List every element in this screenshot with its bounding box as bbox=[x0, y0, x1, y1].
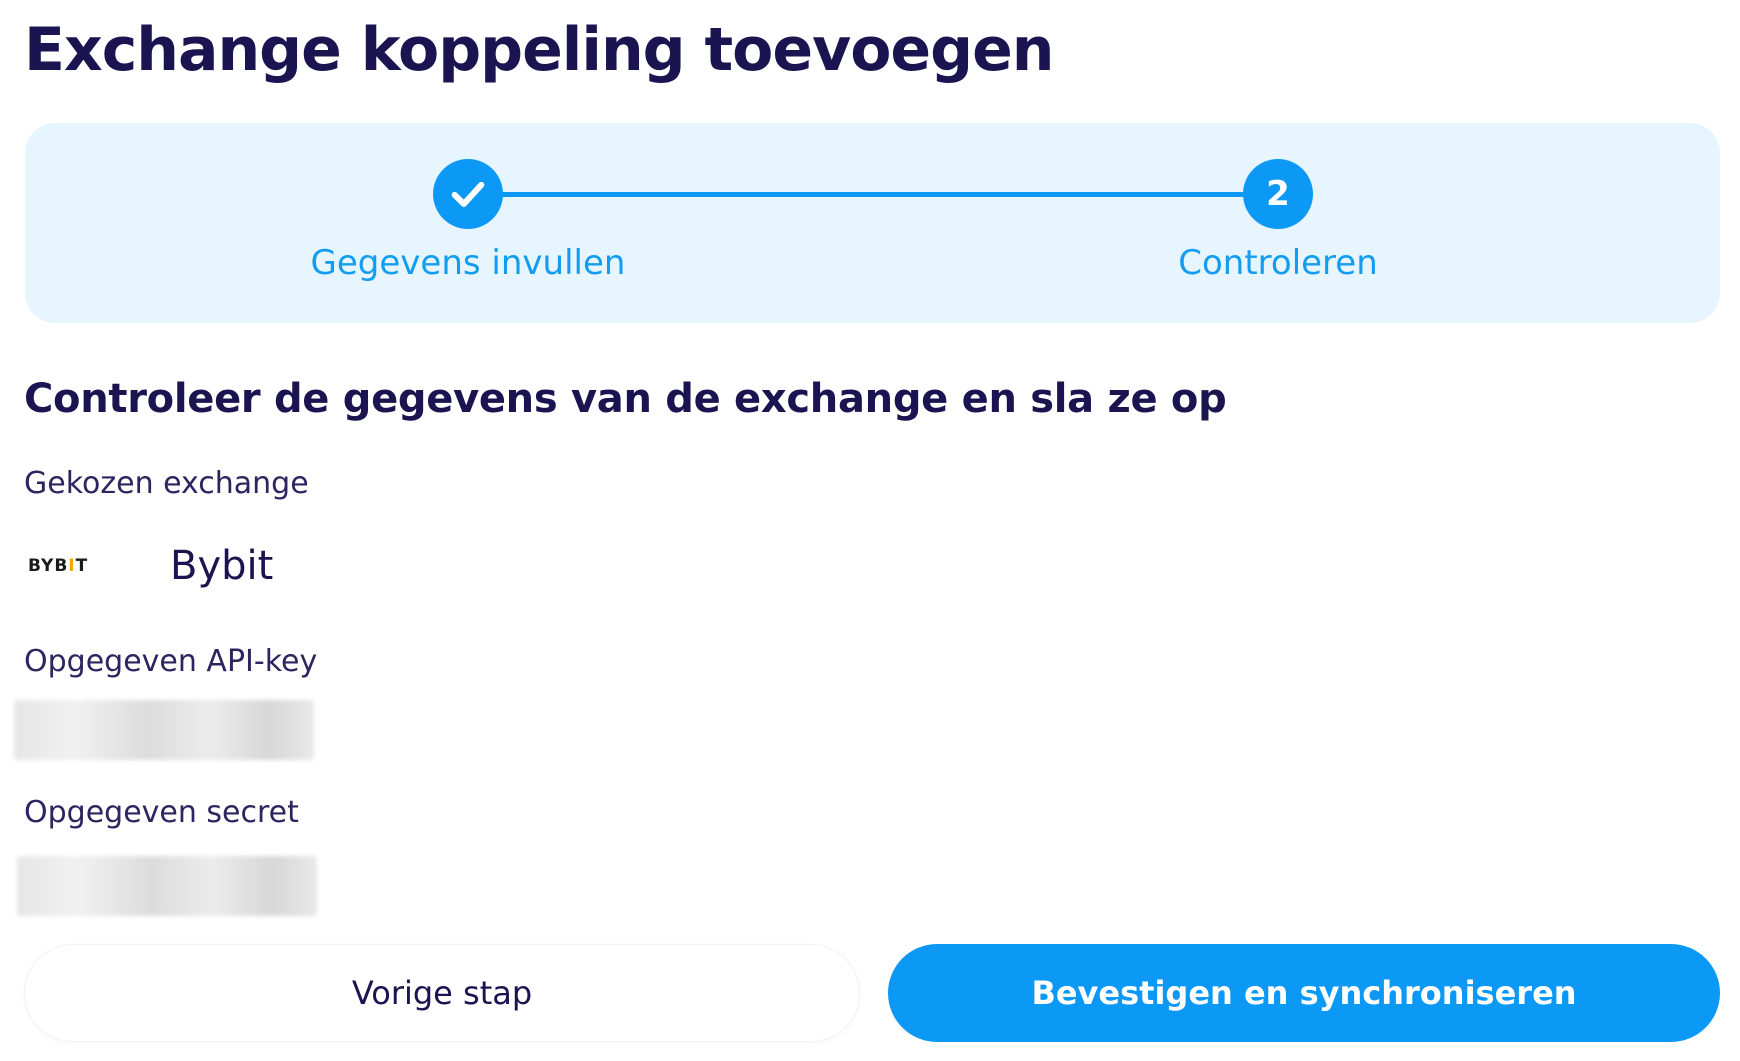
exchange-name: Bybit bbox=[170, 543, 274, 589]
step-1-label: Gegevens invullen bbox=[310, 243, 626, 283]
stepper-progress-line bbox=[493, 192, 1303, 197]
page: Exchange koppeling toevoegen Gegevens in… bbox=[0, 0, 1740, 1061]
secret-label: Opgegeven secret bbox=[24, 795, 299, 830]
apikey-masked-value bbox=[14, 700, 314, 760]
step-2-indicator: 2 bbox=[1243, 159, 1313, 229]
step-2-label: Controleren bbox=[1178, 243, 1378, 283]
page-title: Exchange koppeling toevoegen bbox=[24, 15, 1054, 85]
apikey-label: Opgegeven API-key bbox=[24, 644, 318, 679]
check-icon bbox=[451, 181, 485, 207]
exchange-row: BYB I T Bybit bbox=[28, 538, 273, 594]
step-1-indicator bbox=[433, 159, 503, 229]
previous-step-button[interactable]: Vorige stap bbox=[24, 944, 860, 1042]
stepper: Gegevens invullen 2 Controleren bbox=[25, 123, 1720, 323]
secret-masked-value bbox=[17, 856, 317, 916]
bybit-logo: BYB I T bbox=[28, 556, 89, 576]
section-title: Controleer de gegevens van de exchange e… bbox=[24, 376, 1227, 422]
exchange-label: Gekozen exchange bbox=[24, 466, 309, 501]
confirm-and-sync-button[interactable]: Bevestigen en synchroniseren bbox=[888, 944, 1720, 1042]
